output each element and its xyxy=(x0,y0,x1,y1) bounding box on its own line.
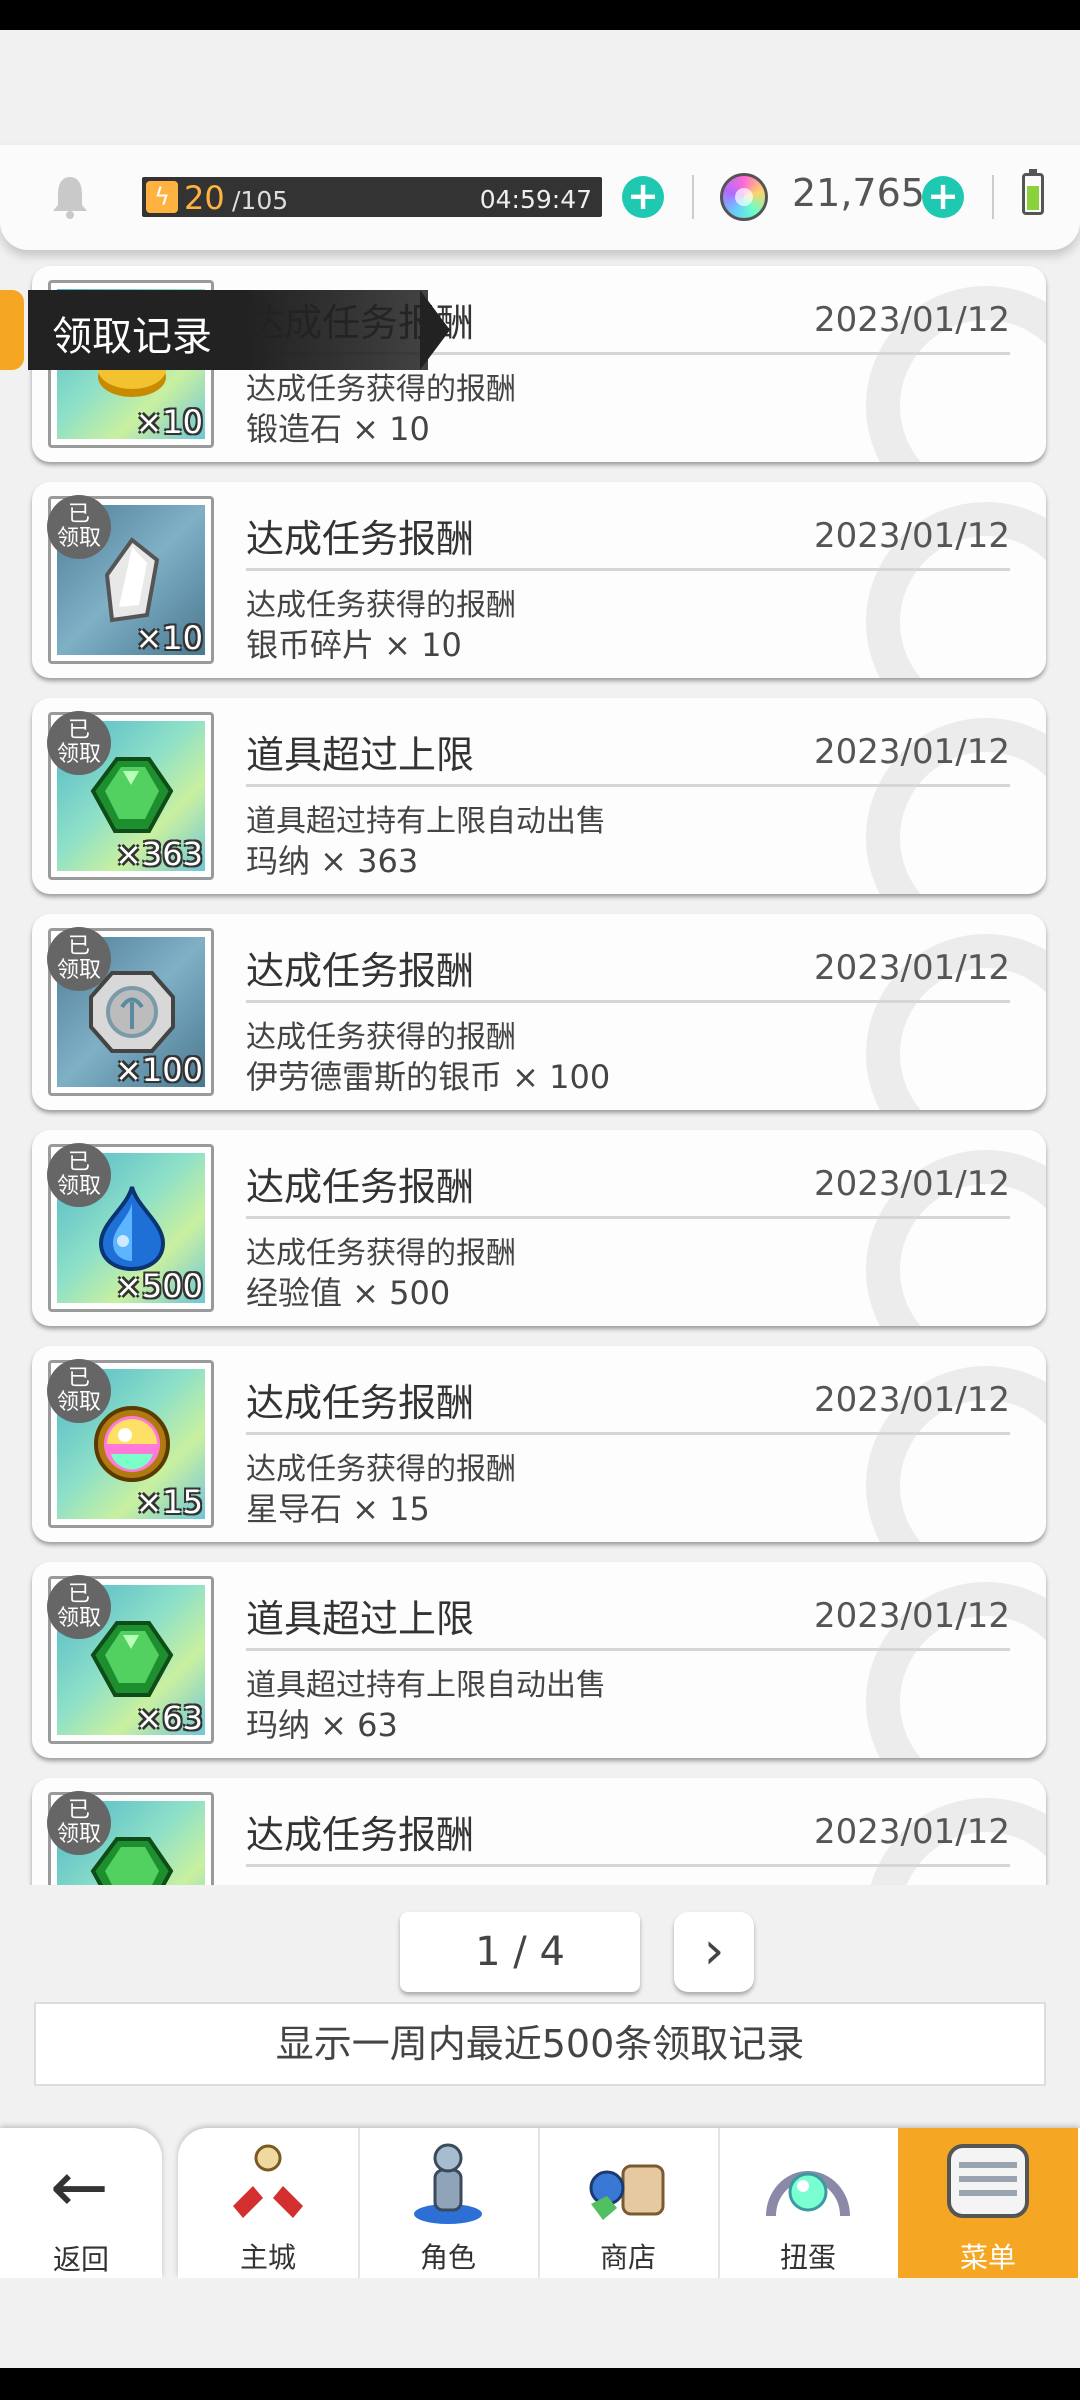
item-quantity: ×10 xyxy=(135,403,203,441)
menu-icon xyxy=(947,2144,1029,2218)
record-description: 达成任务获得的报酬 xyxy=(246,1020,516,1055)
record-date: 2023/01/12 xyxy=(814,1812,1010,1852)
item-quantity: ×63 xyxy=(135,1699,203,1737)
record-title: 达成任务报酬 xyxy=(246,949,475,993)
record-title: 达成任务报酬 xyxy=(246,517,475,561)
record-description: 达成任务获得的报酬 xyxy=(246,372,516,407)
record-date: 2023/01/12 xyxy=(814,1380,1010,1420)
records-list[interactable]: ×10 达成任务报酬 2023/01/12 达成任务获得的报酬 锻造石 × 10… xyxy=(0,250,1080,1885)
nav-item-shop[interactable]: 商店 xyxy=(538,2128,720,2278)
stamina-current: 20 xyxy=(184,179,225,217)
gacha-icon xyxy=(766,2171,850,2217)
record-card[interactable]: 已领取 ×363 道具超过上限 2023/01/12 道具超过持有上限自动出售 … xyxy=(32,698,1046,894)
item-quantity: ×363 xyxy=(115,835,203,873)
star-gem-icon xyxy=(720,173,768,221)
item-frame: 已领取 ×63 xyxy=(47,1575,214,1744)
item-frame: 已领取 xyxy=(47,1791,214,1885)
stamina-bar: ϟ 20 /105 04:59:47 xyxy=(142,177,602,217)
back-button[interactable]: ← 返回 xyxy=(0,2128,162,2278)
record-card[interactable]: 已领取 ×100 达成任务报酬 2023/01/12 达成任务获得的报酬 伊劳德… xyxy=(32,914,1046,1110)
item-frame: 已领取 ×100 xyxy=(47,927,214,1096)
record-card[interactable]: 已领取 达成任务报酬 2023/01/12 达成任务获得的报酬 xyxy=(32,1778,1046,1885)
item-frame: 已领取 ×363 xyxy=(47,711,214,880)
record-detail: 伊劳德雷斯的银币 × 100 xyxy=(246,1058,611,1096)
record-description: 道具超过持有上限自动出售 xyxy=(246,804,606,839)
resource-header: ϟ 20 /105 04:59:47 + 21,765 + xyxy=(0,145,1080,250)
section-banner: 领取记录 xyxy=(0,290,460,370)
record-card[interactable]: 已领取 ×500 达成任务报酬 2023/01/12 达成任务获得的报酬 经验值… xyxy=(32,1130,1046,1326)
record-date: 2023/01/12 xyxy=(814,300,1010,340)
shop-icon xyxy=(589,2164,665,2220)
record-description: 达成任务获得的报酬 xyxy=(246,588,516,623)
record-title: 达成任务报酬 xyxy=(246,1381,475,1425)
bottom-navigation: ← 返回 主城 角色 商店 扭蛋 菜单 xyxy=(0,2122,1080,2368)
section-title: 领取记录 xyxy=(52,314,212,360)
claimed-badge: 已领取 xyxy=(47,495,111,559)
lightning-icon: ϟ xyxy=(146,181,178,213)
add-gem-button[interactable]: + xyxy=(922,176,964,218)
nav-bar: 主城 角色 商店 扭蛋 菜单 xyxy=(178,2128,1080,2278)
nav-item-menu[interactable]: 菜单 xyxy=(898,2128,1078,2278)
records-info: 显示一周内最近500条领取记录 xyxy=(34,2002,1046,2086)
add-stamina-button[interactable]: + xyxy=(622,176,664,218)
page-indicator: 1 / 4 xyxy=(400,1912,640,1992)
record-title: 达成任务报酬 xyxy=(246,1813,475,1857)
record-detail: 玛纳 × 63 xyxy=(246,1706,398,1744)
next-page-button[interactable]: › xyxy=(674,1912,754,1992)
claimed-badge: 已领取 xyxy=(47,927,111,991)
claimed-badge: 已领取 xyxy=(47,1359,111,1423)
stamina-timer: 04:59:47 xyxy=(479,185,592,214)
nav-item-character[interactable]: 角色 xyxy=(358,2128,540,2278)
record-card[interactable]: 已领取 ×10 达成任务报酬 2023/01/12 达成任务获得的报酬 银币碎片… xyxy=(32,482,1046,678)
record-title: 道具超过上限 xyxy=(246,733,475,777)
record-card[interactable]: 已领取 ×15 达成任务报酬 2023/01/12 达成任务获得的报酬 星导石 … xyxy=(32,1346,1046,1542)
item-frame: 已领取 ×500 xyxy=(47,1143,214,1312)
claimed-badge: 已领取 xyxy=(47,711,111,775)
record-detail: 玛纳 × 363 xyxy=(246,842,419,880)
record-description: 达成任务获得的报酬 xyxy=(246,1876,516,1885)
record-title: 达成任务报酬 xyxy=(246,1165,475,1209)
item-frame: 已领取 ×10 xyxy=(47,495,214,664)
record-date: 2023/01/12 xyxy=(814,732,1010,772)
item-quantity: ×15 xyxy=(135,1483,203,1521)
character-icon xyxy=(414,2143,482,2224)
status-bar xyxy=(0,0,1080,30)
record-description: 达成任务获得的报酬 xyxy=(246,1452,516,1487)
system-nav-bar xyxy=(0,2368,1080,2400)
main-city-icon xyxy=(233,2144,303,2218)
record-description: 达成任务获得的报酬 xyxy=(246,1236,516,1271)
record-detail: 银币碎片 × 10 xyxy=(246,626,462,664)
nav-item-main-city[interactable]: 主城 xyxy=(178,2128,360,2278)
item-quantity: ×500 xyxy=(115,1267,203,1305)
bell-icon[interactable] xyxy=(48,173,92,221)
record-date: 2023/01/12 xyxy=(814,516,1010,556)
record-card[interactable]: 已领取 ×63 道具超过上限 2023/01/12 道具超过持有上限自动出售 玛… xyxy=(32,1562,1046,1758)
back-label: 返回 xyxy=(52,2243,109,2276)
item-frame: 已领取 ×15 xyxy=(47,1359,214,1528)
item-quantity: ×10 xyxy=(135,619,203,657)
battery-icon xyxy=(1022,169,1044,215)
item-quantity: ×100 xyxy=(115,1051,203,1089)
record-detail: 锻造石 × 10 xyxy=(246,410,430,448)
claimed-badge: 已领取 xyxy=(47,1575,111,1639)
record-detail: 星导石 × 15 xyxy=(246,1490,430,1528)
claimed-badge: 已领取 xyxy=(47,1143,111,1207)
back-arrow-icon: ← xyxy=(50,2146,109,2228)
record-description: 道具超过持有上限自动出售 xyxy=(246,1668,606,1703)
gem-count: 21,765 xyxy=(792,171,925,215)
record-title: 道具超过上限 xyxy=(246,1597,475,1641)
nav-item-gacha[interactable]: 扭蛋 xyxy=(718,2128,900,2278)
record-date: 2023/01/12 xyxy=(814,1164,1010,1204)
record-date: 2023/01/12 xyxy=(814,1596,1010,1636)
divider xyxy=(992,175,994,219)
stamina-max: /105 xyxy=(232,186,289,215)
claimed-badge: 已领取 xyxy=(47,1791,111,1855)
record-detail: 经验值 × 500 xyxy=(246,1274,451,1312)
record-date: 2023/01/12 xyxy=(814,948,1010,988)
divider xyxy=(692,175,694,219)
